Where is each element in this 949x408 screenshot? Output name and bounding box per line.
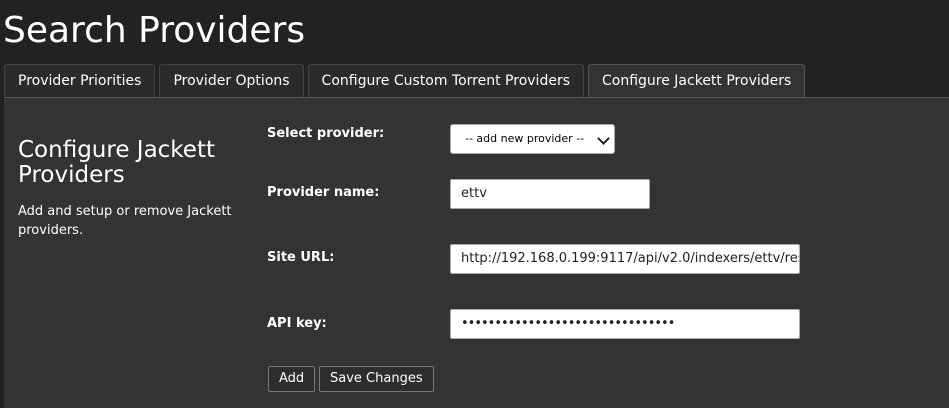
tab-provider-options[interactable]: Provider Options <box>159 64 304 98</box>
provider-name-input[interactable]: ettv <box>450 179 650 209</box>
tab-provider-priorities[interactable]: Provider Priorities <box>4 64 156 98</box>
page-title: Search Providers <box>3 10 306 51</box>
select-provider-dropdown[interactable]: -- add new provider -- <box>450 124 615 154</box>
select-provider-value: -- add new provider -- <box>465 132 585 145</box>
section-title: Configure Jackett Providers <box>18 137 215 188</box>
select-provider-label: Select provider: <box>267 126 385 141</box>
provider-name-label: Provider name: <box>267 185 380 200</box>
tab-configure-custom-torrent-providers[interactable]: Configure Custom Torrent Providers <box>307 64 584 98</box>
add-button[interactable]: Add <box>268 366 316 392</box>
chevron-down-icon <box>597 132 610 145</box>
tab-configure-jackett-providers[interactable]: Configure Jackett Providers <box>588 64 806 99</box>
section-description: Add and setup or remove Jackett provider… <box>18 204 232 238</box>
site-url-label: Site URL: <box>267 250 335 265</box>
api-key-input[interactable]: •••••••••••••••••••••••••••••••• <box>450 309 800 339</box>
tab-bar: Provider Priorities Provider Options Con… <box>4 64 809 99</box>
save-changes-button[interactable]: Save Changes <box>319 366 434 392</box>
api-key-label: API key: <box>267 316 327 331</box>
jackett-config-panel: Configure Jackett Providers Add and setu… <box>4 97 949 408</box>
site-url-input[interactable]: http://192.168.0.199:9117/api/v2.0/index… <box>450 244 800 274</box>
